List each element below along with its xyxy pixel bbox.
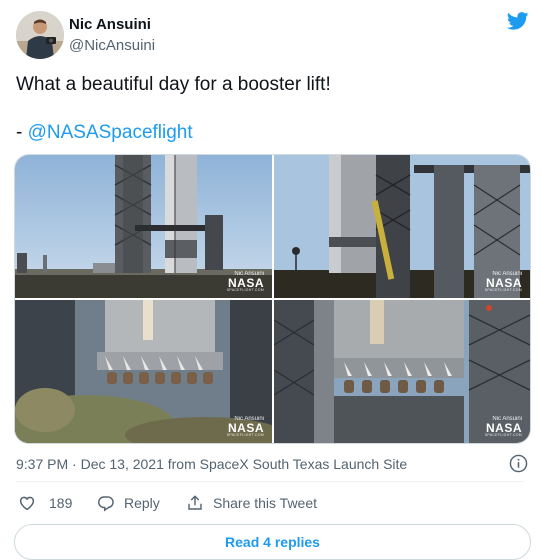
photo-watermark-brand: NASA [227, 420, 264, 435]
photo-4[interactable]: Nic Ansuini NASA SPACEFLIGHT.COM [274, 300, 530, 443]
info-icon[interactable] [509, 454, 528, 478]
author-handle[interactable]: @NicAnsuini [69, 37, 155, 54]
embedded-tweet: Nic Ansuini @NicAnsuini What a beautiful… [0, 0, 541, 560]
share-icon [186, 494, 204, 512]
photo-watermark-brand: NASA [485, 420, 522, 435]
photo-watermark-site: SPACEFLIGHT.COM [484, 432, 522, 437]
avatar[interactable] [16, 11, 64, 59]
photo-watermark-site: SPACEFLIGHT.COM [484, 287, 522, 292]
share-label: Share this Tweet [213, 495, 318, 511]
tweet-text: What a beautiful day for a booster lift! [16, 74, 331, 95]
heart-icon [18, 494, 36, 512]
photo-2[interactable]: Nic Ansuini NASA SPACEFLIGHT.COM [274, 155, 530, 298]
divider [16, 481, 525, 482]
like-button[interactable]: 189 [18, 494, 72, 512]
credit-line: - @NASASpaceflight [16, 121, 193, 145]
author-display-name[interactable]: Nic Ansuini [69, 16, 151, 33]
credit-prefix: - [16, 122, 28, 143]
reply-button[interactable]: Reply [96, 494, 160, 512]
share-button[interactable]: Share this Tweet [186, 494, 317, 512]
photo-watermark-brand: NASA [227, 275, 264, 290]
photo-watermark-site: SPACEFLIGHT.COM [226, 287, 264, 292]
photo-watermark-site: SPACEFLIGHT.COM [226, 432, 264, 437]
twitter-bird-icon[interactable] [506, 12, 529, 35]
photo-grid: Nic Ansuini NASA SPACEFLIGHT.COM Nic Ans… [14, 154, 531, 444]
photo-1[interactable]: Nic Ansuini NASA SPACEFLIGHT.COM [15, 155, 272, 298]
tweet-timestamp[interactable]: 9:37 PM · Dec 13, 2021 from SpaceX South… [16, 456, 407, 472]
reply-label: Reply [124, 495, 160, 511]
reply-bubble-icon [96, 494, 115, 512]
photo-watermark-name: Nic Ansuini [492, 415, 522, 422]
read-replies-button[interactable]: Read 4 replies [14, 524, 531, 560]
like-count: 189 [49, 495, 73, 511]
mention-link[interactable]: @NASASpaceflight [28, 122, 193, 143]
photo-watermark-name: Nic Ansuini [492, 270, 522, 277]
photo-watermark-name: Nic Ansuini [234, 270, 264, 277]
photo-watermark-name: Nic Ansuini [234, 415, 264, 422]
photo-watermark-brand: NASA [485, 275, 522, 290]
photo-3[interactable]: Nic Ansuini NASA SPACEFLIGHT.COM [15, 300, 272, 443]
